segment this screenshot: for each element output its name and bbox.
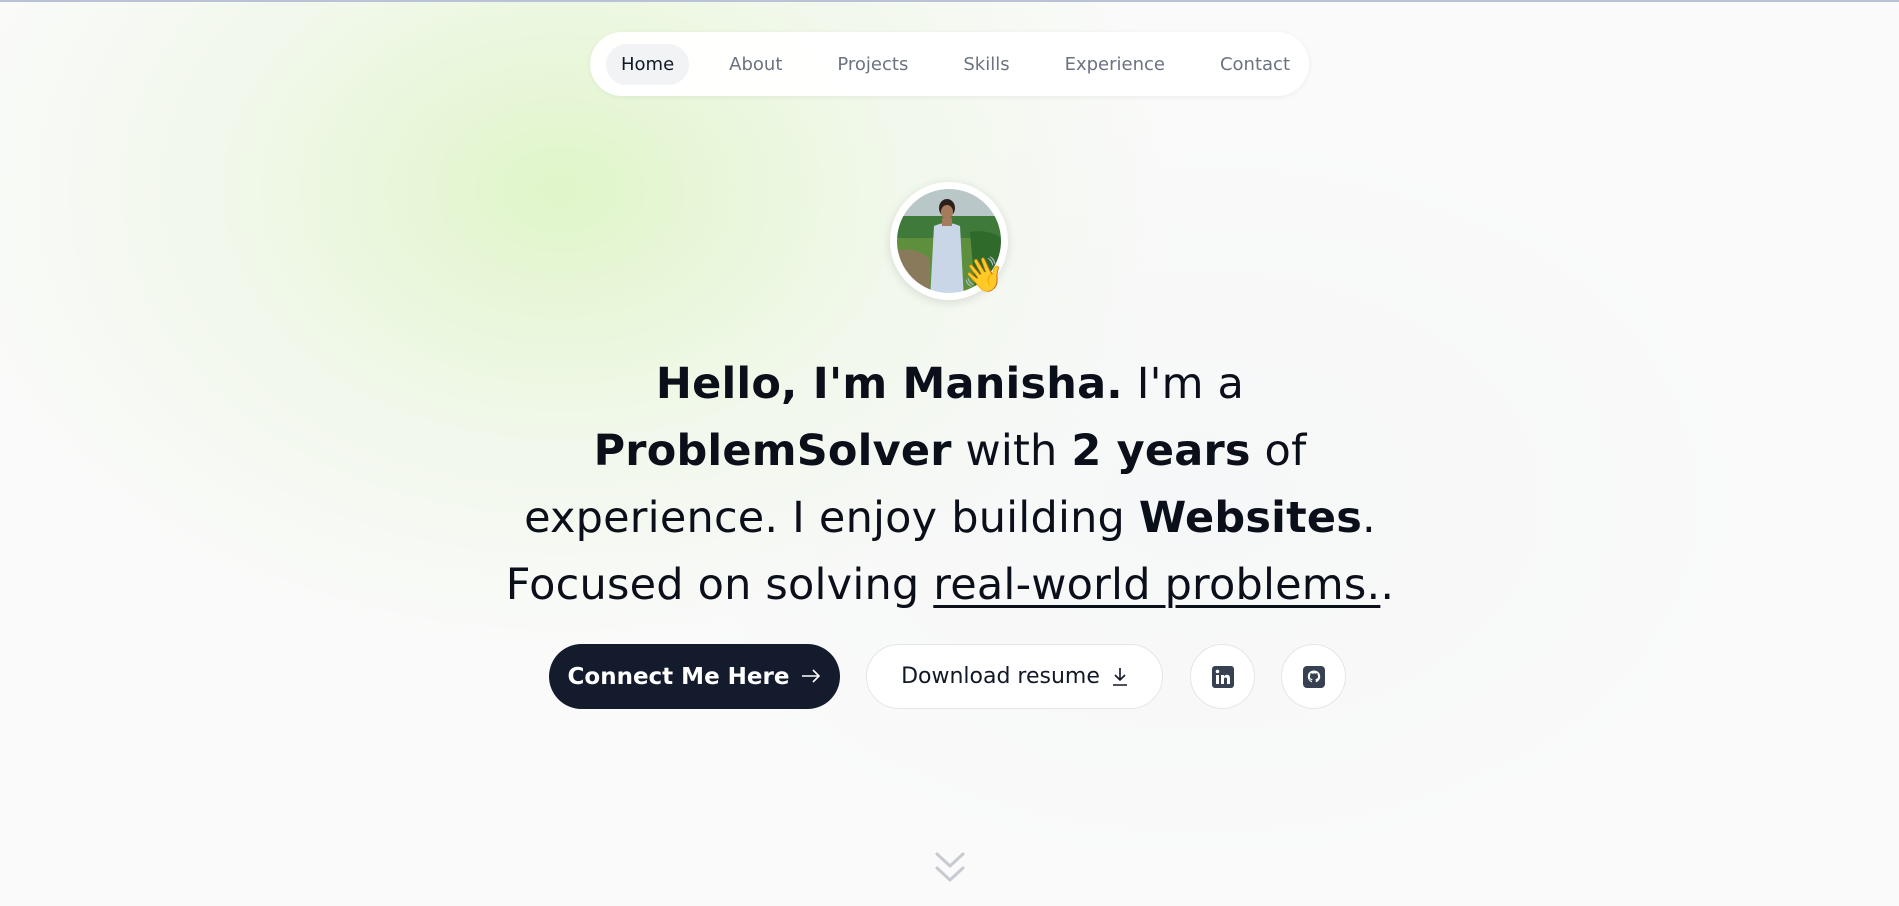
nav-skills[interactable]: Skills bbox=[948, 44, 1024, 85]
download-resume-label: Download resume bbox=[901, 664, 1100, 689]
nav-contact[interactable]: Contact bbox=[1205, 44, 1305, 85]
nav-projects[interactable]: Projects bbox=[822, 44, 923, 85]
chevrons-down-icon[interactable] bbox=[934, 850, 966, 890]
headline-end: . bbox=[1380, 559, 1395, 610]
arrow-right-icon bbox=[801, 664, 821, 689]
nav-experience[interactable]: Experience bbox=[1050, 44, 1180, 85]
download-icon bbox=[1112, 667, 1128, 687]
greeting-text: Hello, I'm Manisha. bbox=[655, 358, 1123, 409]
connect-button[interactable]: Connect Me Here bbox=[549, 644, 840, 709]
linkedin-icon bbox=[1211, 665, 1234, 688]
hero-headline: Hello, I'm Manisha. I'm a ProblemSolver … bbox=[470, 351, 1430, 619]
real-world-problems-text: real-world problems. bbox=[933, 559, 1381, 610]
download-resume-button[interactable]: Download resume bbox=[866, 644, 1163, 709]
github-button[interactable] bbox=[1281, 644, 1346, 709]
role-text: ProblemSolver bbox=[593, 425, 952, 476]
top-border bbox=[0, 0, 1899, 2]
linkedin-button[interactable] bbox=[1190, 644, 1255, 709]
main-nav: Home About Projects Skills Experience Co… bbox=[590, 32, 1309, 96]
headline-text: with bbox=[951, 425, 1072, 476]
nav-home[interactable]: Home bbox=[606, 43, 690, 85]
wave-emoji-icon: 👋 bbox=[962, 255, 1005, 295]
github-icon bbox=[1302, 665, 1325, 688]
nav-about[interactable]: About bbox=[714, 44, 797, 85]
years-text: 2 years bbox=[1071, 425, 1251, 476]
headline-text: I'm a bbox=[1122, 358, 1245, 409]
websites-text: Websites bbox=[1138, 492, 1362, 543]
connect-button-label: Connect Me Here bbox=[567, 663, 790, 690]
